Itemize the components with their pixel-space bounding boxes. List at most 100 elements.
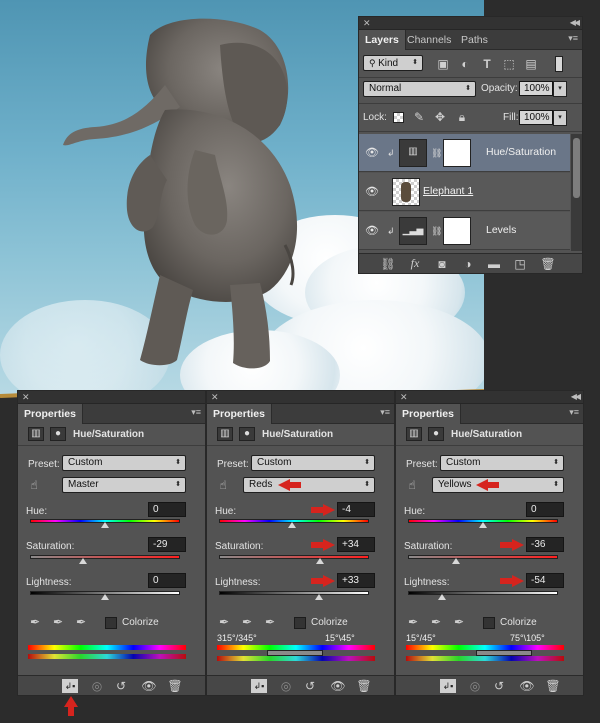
lightness-input[interactable]: -54 <box>526 573 564 588</box>
colorize-checkbox[interactable] <box>294 617 306 629</box>
mask-icon[interactable]: ● <box>428 427 444 441</box>
visibility-eye-icon[interactable]: 👁︎ <box>141 679 156 693</box>
properties-titlebar[interactable]: ✕ ◀◀ <box>396 391 583 404</box>
view-previous-icon[interactable]: ◎ <box>468 679 482 693</box>
saturation-slider[interactable] <box>408 555 558 559</box>
fill-chevron-icon[interactable]: ▾ <box>553 110 567 126</box>
eyedropper-icon[interactable]: ✒︎ <box>217 615 231 629</box>
panel-menu-icon[interactable]: ▾≡ <box>191 407 201 418</box>
lightness-slider-thumb[interactable] <box>315 594 323 600</box>
trash-icon[interactable]: 🗑︎ <box>167 679 182 693</box>
eyedropper-subtract-icon[interactable]: ✒︎ <box>263 615 277 629</box>
channel-dropdown[interactable]: Master ⬍ <box>62 477 186 493</box>
eyedropper-icon[interactable]: ✒︎ <box>406 615 420 629</box>
add-mask-icon[interactable]: ◙ <box>435 257 449 271</box>
saturation-input[interactable]: -29 <box>148 537 186 552</box>
filter-adjustment-icon[interactable]: ◐ <box>458 57 472 71</box>
targeted-adjustment-hand-icon[interactable]: ☝︎ <box>215 477 231 493</box>
layers-scrollbar-thumb[interactable] <box>573 138 580 198</box>
targeted-adjustment-hand-icon[interactable]: ☝︎ <box>26 477 42 493</box>
link-chain-icon[interactable]: ⛓︎ <box>431 148 442 159</box>
folder-icon[interactable]: ▬ <box>487 257 501 271</box>
visibility-eye-icon[interactable]: 👁︎ <box>365 224 379 238</box>
filter-toggle-switch[interactable] <box>555 56 563 72</box>
tab-layers[interactable]: Layers <box>359 30 406 50</box>
lock-move-icon[interactable]: ✥ <box>433 110 447 124</box>
saturation-slider[interactable] <box>30 555 180 559</box>
layers-panel-titlebar[interactable]: ✕ ◀◀ <box>359 17 582 30</box>
eyedropper-add-icon[interactable]: ✒︎ <box>240 615 254 629</box>
filter-smart-object-icon[interactable]: ▤ <box>524 57 538 71</box>
close-icon[interactable]: ✕ <box>211 391 219 403</box>
colorize-checkbox[interactable] <box>483 617 495 629</box>
hue-slider-thumb[interactable] <box>101 522 109 528</box>
trash-icon[interactable]: 🗑︎ <box>356 679 371 693</box>
layer-row-levels[interactable]: 👁︎ ↲ ▁▃▅ ⛓︎ Levels <box>359 212 570 250</box>
eyedropper-subtract-icon[interactable]: ✒︎ <box>74 615 88 629</box>
view-previous-icon[interactable]: ◎ <box>90 679 104 693</box>
saturation-slider[interactable] <box>219 555 369 559</box>
blend-mode-dropdown[interactable]: Normal ⬍ <box>363 81 476 97</box>
reset-icon[interactable]: ↺ <box>492 679 506 693</box>
tab-properties[interactable]: Properties <box>396 404 461 424</box>
close-icon[interactable]: ✕ <box>22 391 30 403</box>
opacity-chevron-icon[interactable]: ▾ <box>553 81 567 97</box>
filter-shape-icon[interactable]: ⬚ <box>502 57 516 71</box>
preset-dropdown[interactable]: Custom ⬍ <box>251 455 375 471</box>
hue-slider-thumb[interactable] <box>288 522 296 528</box>
layers-scrollbar[interactable] <box>571 134 582 251</box>
mask-icon[interactable]: ● <box>50 427 66 441</box>
close-icon[interactable]: ✕ <box>400 391 408 403</box>
preset-dropdown[interactable]: Custom ⬍ <box>440 455 564 471</box>
visibility-eye-icon[interactable]: 👁︎ <box>365 185 379 199</box>
lightness-slider[interactable] <box>219 591 369 595</box>
reset-icon[interactable]: ↺ <box>114 679 128 693</box>
hue-slider-thumb[interactable] <box>479 522 487 528</box>
panel-menu-icon[interactable]: ▾≡ <box>568 33 578 44</box>
mask-icon[interactable]: ● <box>239 427 255 441</box>
close-icon[interactable]: ✕ <box>363 17 371 29</box>
layer-mask-thumbnail[interactable] <box>443 139 471 167</box>
layer-row-hue-saturation[interactable]: 👁︎ ↲ ▥ ⛓︎ Hue/Saturation <box>359 134 570 172</box>
properties-titlebar[interactable]: ✕ <box>18 391 205 404</box>
saturation-input[interactable]: -36 <box>526 537 564 552</box>
targeted-adjustment-hand-icon[interactable]: ☝︎ <box>404 477 420 493</box>
opacity-input[interactable]: 100% <box>519 81 553 96</box>
hue-input[interactable]: -4 <box>337 502 375 517</box>
lock-brush-icon[interactable]: ✎ <box>412 110 426 124</box>
trash-icon[interactable]: 🗑︎ <box>540 257 555 271</box>
lightness-input[interactable]: 0 <box>148 573 186 588</box>
collapse-icon[interactable]: ◀◀ <box>570 17 580 29</box>
saturation-input[interactable]: +34 <box>337 537 375 552</box>
lightness-slider-thumb[interactable] <box>101 594 109 600</box>
visibility-eye-icon[interactable]: 👁︎ <box>330 679 345 693</box>
lock-all-icon[interactable]: 🔒︎ <box>455 110 469 124</box>
tab-properties[interactable]: Properties <box>207 404 272 424</box>
view-previous-icon[interactable]: ◎ <box>279 679 293 693</box>
saturation-slider-thumb[interactable] <box>79 558 87 564</box>
panel-menu-icon[interactable]: ▾≡ <box>569 407 579 418</box>
clip-to-layer-icon[interactable]: ↲▪ <box>62 679 78 693</box>
tab-properties[interactable]: Properties <box>18 404 83 424</box>
new-layer-icon[interactable]: ◳ <box>513 257 527 271</box>
collapse-icon[interactable]: ◀◀ <box>571 391 581 403</box>
hue-input[interactable]: 0 <box>526 502 564 517</box>
link-chain-icon[interactable]: ⛓︎ <box>431 226 442 237</box>
fx-icon[interactable]: fx <box>407 256 423 270</box>
filter-type-icon[interactable]: T <box>480 57 494 71</box>
lightness-slider-thumb[interactable] <box>438 594 446 600</box>
visibility-eye-icon[interactable]: 👁︎ <box>519 679 534 693</box>
fill-input[interactable]: 100% <box>519 110 553 125</box>
hue-input[interactable]: 0 <box>148 502 186 517</box>
filter-pixel-icon[interactable]: ▣ <box>436 57 450 71</box>
panel-menu-icon[interactable]: ▾≡ <box>380 407 390 418</box>
new-adjustment-icon[interactable]: ◑ <box>461 257 475 271</box>
filter-kind-dropdown[interactable]: ⚲ Kind ⬍ <box>363 55 423 71</box>
lock-transparent-icon[interactable] <box>393 112 404 123</box>
layer-row-elephant[interactable]: 👁︎ Elephant 1 <box>359 173 570 211</box>
visibility-eye-icon[interactable]: 👁︎ <box>365 146 379 160</box>
link-layers-icon[interactable]: ⛓︎ <box>380 257 395 271</box>
eyedropper-add-icon[interactable]: ✒︎ <box>51 615 65 629</box>
preset-dropdown[interactable]: Custom ⬍ <box>62 455 186 471</box>
clip-to-layer-icon[interactable]: ↲▪ <box>440 679 456 693</box>
